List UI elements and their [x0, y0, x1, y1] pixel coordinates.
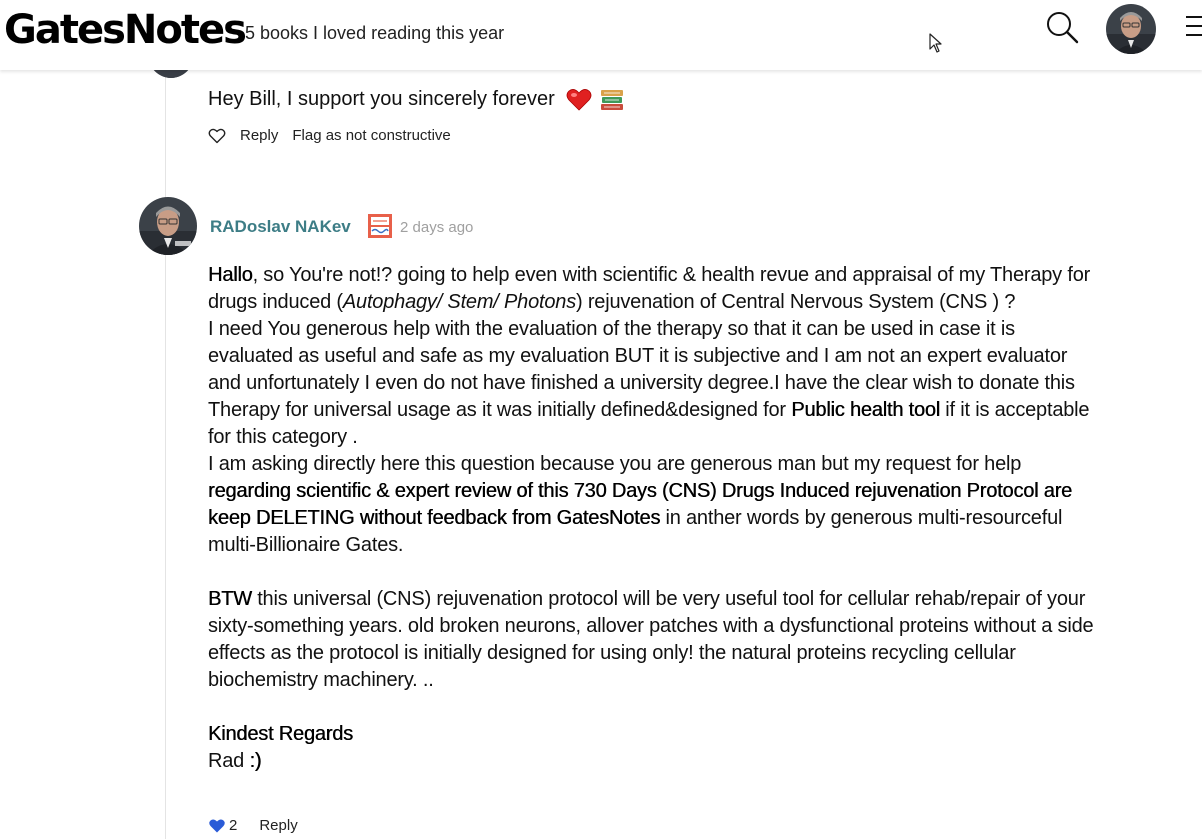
comment-actions: 2 Reply [208, 817, 312, 835]
site-header: GatesNotes 5 books I loved reading this … [0, 0, 1202, 70]
avatar-photo [1106, 4, 1156, 54]
comment-signature: Kindest Regards [208, 723, 353, 745]
like-count: 2 [229, 817, 238, 834]
page-title[interactable]: 5 books I loved reading this year [245, 22, 504, 44]
comment-paragraph: Hallo, so You're not!? going to help eve… [208, 264, 1091, 313]
search-button[interactable] [1045, 10, 1079, 44]
comment-paragraph: I need You generous help with the evalua… [208, 318, 1090, 448]
thread-divider-line [165, 70, 166, 839]
flag-not-constructive-link[interactable]: Flag as not constructive [292, 127, 450, 145]
comment-paragraph: I am asking directly here this question … [208, 453, 1072, 556]
commenter-avatar[interactable] [139, 197, 197, 255]
comment-timestamp: 2 days ago [400, 219, 474, 236]
comment-paragraph: BTW this universal (CNS) rejuvenation pr… [208, 588, 1094, 691]
comment-author-name[interactable]: RADoslav NAKev [210, 217, 351, 237]
previous-comment-body: Hey Bill, I support you sincerely foreve… [208, 88, 555, 110]
previous-comment-text: Hey Bill, I support you sincerely foreve… [208, 86, 624, 112]
comment-body: Hallo, so You're not!? going to help eve… [208, 262, 1098, 775]
search-icon [1047, 12, 1079, 44]
comment-signature: Rad :) [208, 750, 262, 772]
previous-comment-actions: Reply Flag as not constructive [208, 127, 465, 145]
reply-link[interactable]: Reply [240, 127, 278, 145]
hamburger-menu-button[interactable] [1186, 16, 1202, 40]
reply-link[interactable]: Reply [259, 817, 297, 835]
liked-heart-icon[interactable] [208, 818, 226, 834]
user-profile-avatar[interactable] [1106, 4, 1156, 54]
site-logo[interactable]: GatesNotes [4, 6, 247, 54]
books-icon [600, 89, 623, 110]
mouse-cursor-icon [929, 33, 942, 53]
like-heart-icon[interactable] [208, 128, 226, 144]
red-heart-icon [566, 88, 592, 111]
wave-badge-icon [368, 214, 392, 238]
